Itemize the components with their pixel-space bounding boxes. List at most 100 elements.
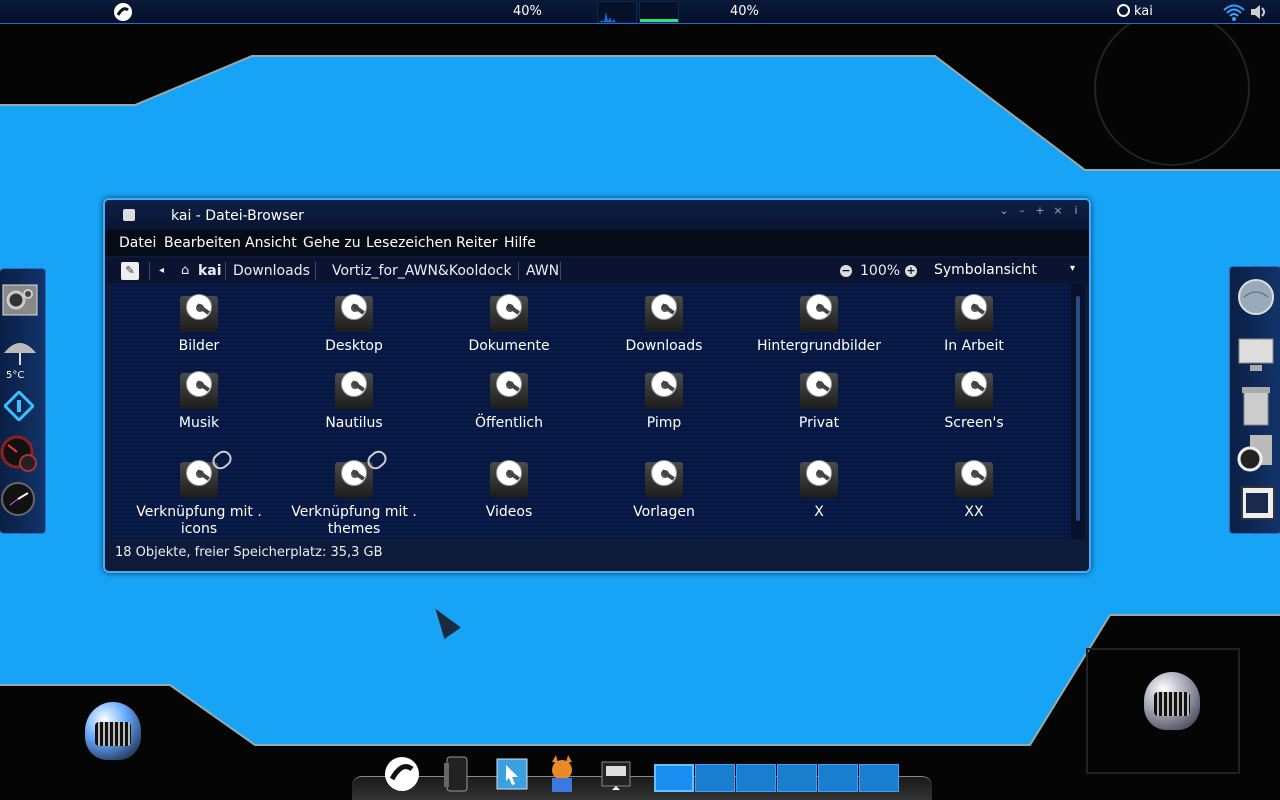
- title-bar[interactable]: kai - Datei-Browser ⌄ – + × i: [105, 200, 1089, 230]
- folder-label: Bilder: [178, 338, 220, 354]
- volume-icon[interactable]: [1249, 3, 1269, 21]
- drive-icon: [953, 369, 995, 411]
- cursor-icon[interactable]: [492, 754, 532, 794]
- wifi-icon[interactable]: [1222, 3, 1246, 21]
- linked-drive-icon: [333, 447, 390, 500]
- path-kai[interactable]: kai: [198, 263, 222, 279]
- folder-item[interactable]: In Arbeit: [899, 292, 1049, 355]
- phone-icon[interactable]: [436, 754, 476, 794]
- folder-item[interactable]: Verknüpfung mit . themes: [279, 447, 429, 538]
- fox-icon[interactable]: [542, 754, 582, 794]
- minimize-button[interactable]: –: [1015, 204, 1029, 217]
- folder-label: In Arbeit: [944, 338, 1004, 354]
- logo-icon[interactable]: [112, 2, 134, 22]
- path-vortiz[interactable]: Vortiz_for_AWN&Kooldock: [332, 263, 512, 279]
- drive-icon: [488, 369, 530, 411]
- folder-item[interactable]: Privat: [744, 369, 894, 432]
- folder-item[interactable]: Vorlagen: [589, 458, 739, 521]
- folder-item[interactable]: Öffentlich: [434, 369, 584, 432]
- folder-item[interactable]: X: [744, 458, 894, 521]
- folder-item[interactable]: Screen's: [899, 369, 1049, 432]
- path-awn[interactable]: AWN: [526, 263, 559, 279]
- folder-item[interactable]: Bilder: [124, 292, 274, 355]
- zoom-in-icon[interactable]: +: [905, 265, 917, 277]
- status-bar: 18 Objekte, freier Speicherplatz: 35,3 G…: [105, 539, 1089, 569]
- helmet-visor: [95, 722, 131, 746]
- folder-label: Videos: [485, 504, 533, 520]
- folder-label: X: [814, 504, 824, 520]
- window-title: kai - Datei-Browser: [171, 208, 304, 224]
- drive-icon: [643, 369, 685, 411]
- folder-item[interactable]: Verknüpfung mit . icons: [124, 447, 274, 538]
- drive-icon: [643, 292, 685, 334]
- folder-item[interactable]: Dokumente: [434, 292, 584, 355]
- left-dock: [0, 268, 46, 534]
- navigation-icon[interactable]: [4, 391, 34, 421]
- path-downloads[interactable]: Downloads: [233, 263, 310, 279]
- drive-icon: [488, 292, 530, 334]
- shade-button[interactable]: ⌄: [997, 204, 1011, 217]
- folder-label: XX: [964, 504, 984, 520]
- icon-view[interactable]: Bilder Desktop Dokumente Downloads Hintergru…: [111, 284, 1071, 539]
- monitor-icon[interactable]: [1236, 335, 1276, 375]
- weather-temp: 5°C: [6, 370, 25, 381]
- menu-ansicht[interactable]: Ansicht: [245, 235, 297, 251]
- user-menu[interactable]: kai: [1117, 4, 1153, 19]
- user-name: kai: [1134, 4, 1153, 19]
- folder-item[interactable]: Musik: [124, 369, 274, 432]
- close-button[interactable]: ×: [1051, 204, 1065, 217]
- zoom-out-icon[interactable]: −: [840, 265, 852, 277]
- workspace-1[interactable]: [654, 764, 694, 792]
- menu-button[interactable]: i: [1069, 204, 1083, 217]
- disk-settings-icon[interactable]: [1236, 433, 1276, 473]
- menu-datei[interactable]: Datei: [119, 235, 156, 251]
- edit-location-icon[interactable]: ✎: [121, 262, 139, 280]
- maximize-button[interactable]: +: [1033, 204, 1047, 217]
- home-icon[interactable]: ⌂: [181, 263, 189, 278]
- menu-gehe-zu[interactable]: Gehe zu: [303, 235, 361, 251]
- app-icon[interactable]: [123, 209, 135, 221]
- helmet-icon[interactable]: [85, 702, 141, 766]
- menu-lesezeichen[interactable]: Lesezeichen: [366, 235, 452, 251]
- folder-item[interactable]: Pimp: [589, 369, 739, 432]
- vertical-scrollbar[interactable]: [1071, 284, 1085, 539]
- file-manager-icon[interactable]: [596, 754, 636, 794]
- weather-icon[interactable]: [0, 337, 40, 367]
- scrollbar-thumb[interactable]: [1076, 296, 1080, 521]
- menu-reiter[interactable]: Reiter: [456, 235, 497, 251]
- trash-icon[interactable]: [1238, 383, 1274, 427]
- folder-label: Verknüpfung mit . icons: [136, 504, 262, 537]
- folder-label: Vorlagen: [633, 504, 695, 520]
- folder-item[interactable]: Videos: [434, 458, 584, 521]
- settings-icon[interactable]: [1, 283, 39, 317]
- folder-item[interactable]: Nautilus: [279, 369, 429, 432]
- menu-hilfe[interactable]: Hilfe: [504, 235, 536, 251]
- helmet-icon[interactable]: [1144, 672, 1200, 736]
- clock-icon[interactable]: [0, 481, 36, 517]
- view-mode-select[interactable]: Symbolansicht: [929, 260, 1079, 282]
- cpu-graph[interactable]: [597, 1, 637, 23]
- globe-icon[interactable]: [1236, 277, 1276, 317]
- drive-icon: [333, 369, 375, 411]
- workspace-5[interactable]: [818, 764, 858, 792]
- cpu-percent: 40%: [513, 4, 542, 19]
- folder-item[interactable]: XX: [899, 458, 1049, 521]
- menu-bar: Datei Bearbeiten Ansicht Gehe zu Lesezei…: [105, 230, 1089, 256]
- workspace-3[interactable]: [736, 764, 776, 792]
- workspace-6[interactable]: [859, 764, 899, 792]
- window-icon[interactable]: [1240, 485, 1276, 521]
- gauge-icon[interactable]: [0, 435, 38, 473]
- status-text: 18 Objekte, freier Speicherplatz: 35,3 G…: [115, 545, 383, 560]
- folder-item[interactable]: Hintergrundbilder: [744, 292, 894, 355]
- folder-label: Verknüpfung mit . themes: [291, 504, 417, 537]
- memory-graph[interactable]: [639, 1, 679, 23]
- logo-icon[interactable]: [382, 754, 422, 794]
- folder-item[interactable]: Downloads: [589, 292, 739, 355]
- folder-label: Dokumente: [468, 338, 550, 354]
- back-arrow-icon[interactable]: ◂: [159, 265, 164, 276]
- workspace-2[interactable]: [695, 764, 735, 792]
- folder-item[interactable]: Desktop: [279, 292, 429, 355]
- folder-label: Öffentlich: [475, 415, 543, 431]
- workspace-4[interactable]: [777, 764, 817, 792]
- menu-bearbeiten[interactable]: Bearbeiten: [164, 235, 241, 251]
